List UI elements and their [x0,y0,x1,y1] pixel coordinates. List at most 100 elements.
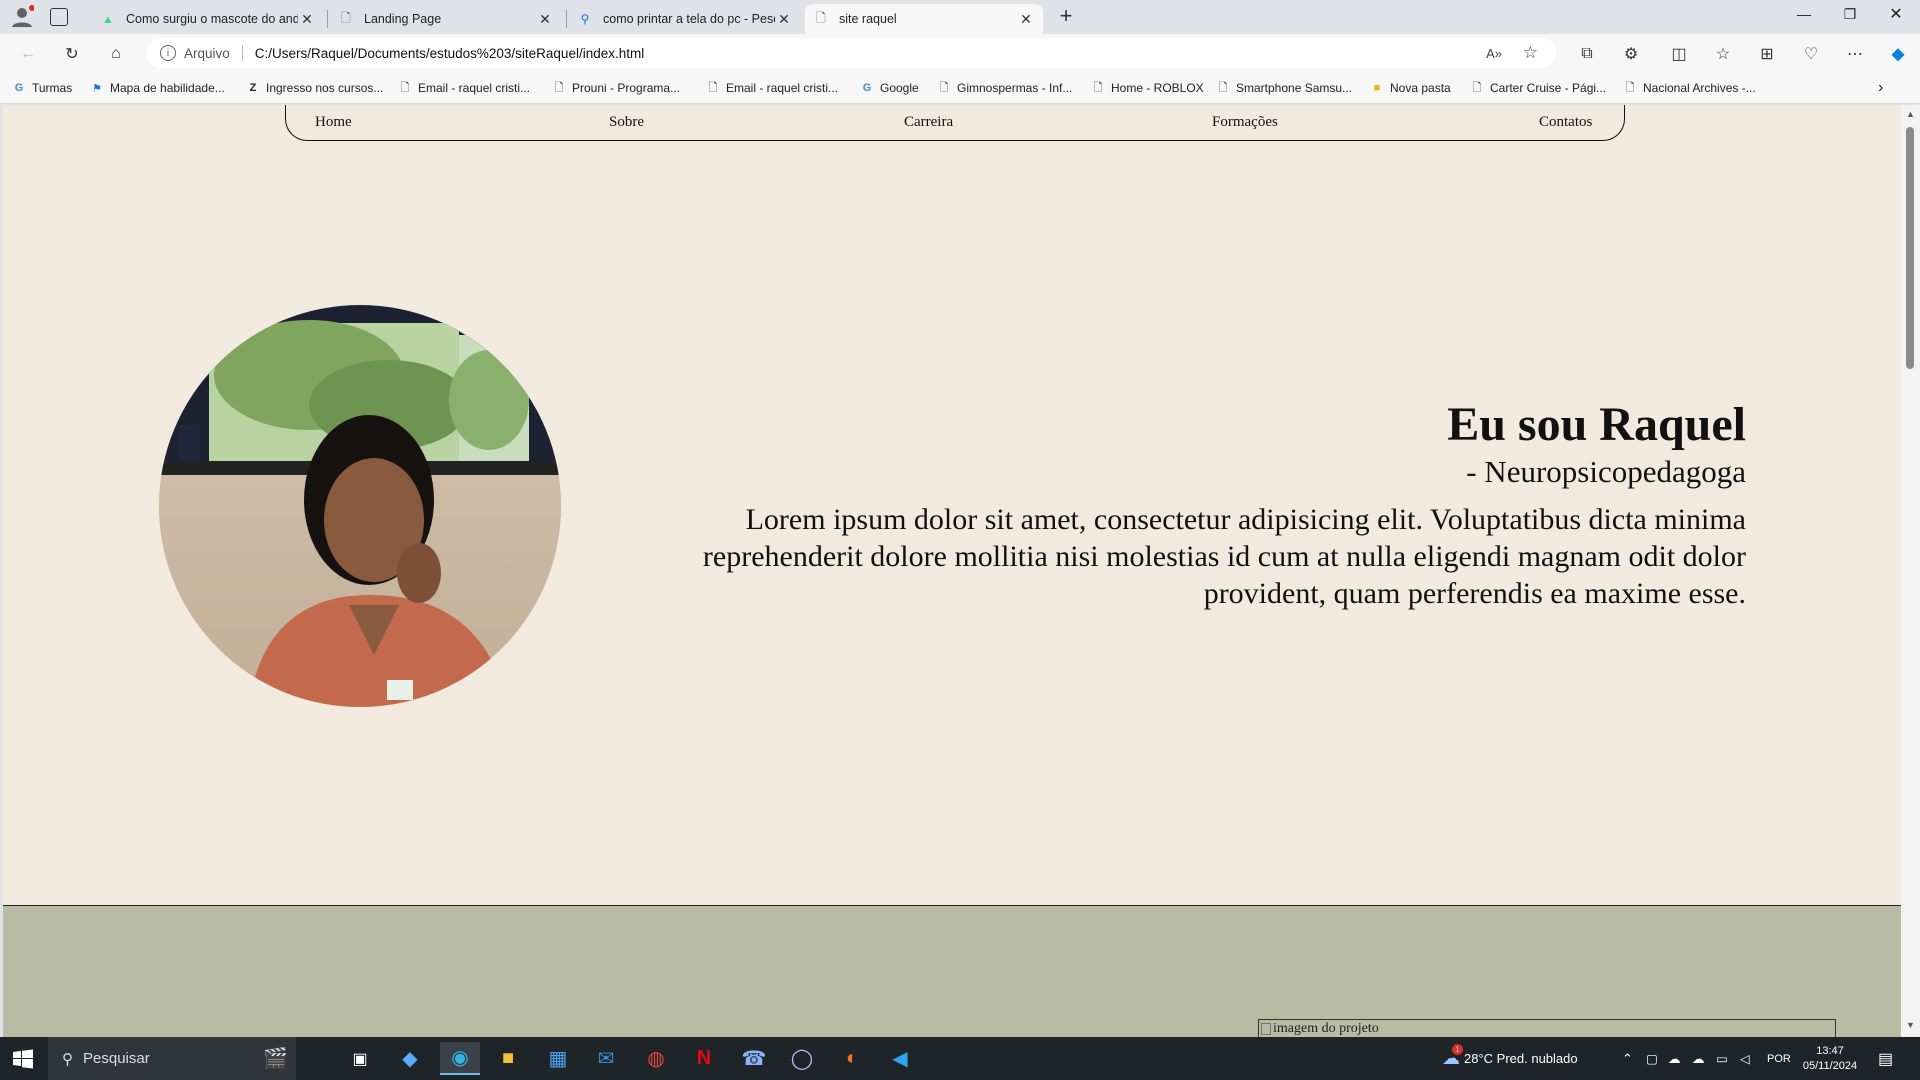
read-aloud-icon[interactable]: A» [1486,46,1502,61]
chrome-icon[interactable]: ◍ [636,1042,676,1075]
info-icon[interactable]: i [160,45,176,61]
language-indicator[interactable]: POR [1767,1037,1791,1080]
cloud-sync-icon[interactable]: ☁ [1692,1037,1705,1080]
tab-android-mascot[interactable]: ▲ Como surgiu o mascote do andro ✕ [92,4,324,34]
phone-link-icon[interactable]: ☎ [734,1042,774,1075]
clock[interactable]: 13:47 05/11/2024 [1798,1037,1862,1080]
tab-actions-icon[interactable] [50,8,68,26]
mail-icon[interactable]: ✉ [586,1042,626,1075]
bookmark-nova-pasta[interactable]: ■ Nova pasta [1370,78,1451,98]
split-screen-icon[interactable]: ◫ [1665,40,1693,68]
weather-badge: 1 [1452,1044,1463,1055]
collections-add-icon[interactable]: ⊞ [1753,40,1781,68]
weather-widget[interactable]: ☁ 1 28°C Pred. nublado [1442,1037,1578,1080]
page-icon: 🗋 [939,81,949,94]
bookmark-google[interactable]: G Google [860,78,919,98]
page-scrollbar[interactable]: ▲ ▼ [1901,105,1920,1037]
scheme-label: Arquivo [184,45,230,61]
nav-formacoes[interactable]: Formações [1212,114,1278,131]
bookmark-carter-cruise[interactable]: 🗋 Carter Cruise - Pági... [1470,78,1606,98]
page-icon: 🗋 [341,10,351,25]
folder-icon: ■ [1373,82,1381,94]
collections-icon[interactable]: ⧉ [1573,40,1601,68]
page-icon: 🗋 [400,81,410,94]
tab-landing-page[interactable]: 🗋 Landing Page ✕ [330,4,562,34]
close-icon[interactable]: ✕ [1017,10,1035,28]
tab-site-raquel[interactable]: 🗋 site raquel ✕ [805,4,1043,34]
search-highlight-icon: 🎬 [263,1048,288,1070]
tab-title: como printar a tela do pc - Pesqu [603,12,775,26]
network-icon[interactable]: ▭ [1716,1037,1728,1080]
tab-separator [566,10,567,28]
top-nav: Home Sobre Carreira Formações Contatos [285,105,1625,141]
bookmark-email-1[interactable]: 🗋 Email - raquel cristi... [398,78,530,98]
bookmark-mapa[interactable]: ⚑ Mapa de habilidade... [90,78,225,98]
tab-strip: ▲ Como surgiu o mascote do andro ✕ 🗋 Lan… [0,0,1920,34]
chevron-right-icon[interactable]: › [1878,78,1883,98]
tray-chevron-icon[interactable]: ⌃ [1622,1037,1633,1080]
close-window-button[interactable]: ✕ [1884,4,1908,24]
favorite-star-icon[interactable]: ☆ [1523,43,1538,63]
bookmark-turmas[interactable]: G Turmas [12,78,73,98]
map-icon: ⚑ [92,82,102,95]
refresh-button[interactable]: ↻ [58,40,86,68]
windows-start-icon[interactable] [12,1048,34,1070]
bookmark-ingresso[interactable]: Z Ingresso nos cursos... [246,78,384,98]
new-tab-button[interactable]: + [1054,5,1078,29]
copilot-icon[interactable]: ◆ [1884,40,1912,68]
page-icon: 🗋 [1472,81,1482,94]
hero-description: Lorem ipsum dolor sit amet, consectetur … [702,503,1746,610]
bookmark-smartphone[interactable]: 🗋 Smartphone Samsu... [1216,78,1353,98]
hero-subtitle: - Neuropsicopedagoga [1466,454,1746,489]
bookmark-nacional-archives[interactable]: 🗋 Nacional Archives -... [1623,78,1756,98]
task-view-icon[interactable]: ▣ [340,1042,380,1075]
nav-sobre[interactable]: Sobre [609,114,644,131]
more-menu-icon[interactable]: ⋯ [1841,40,1869,68]
file-explorer-icon[interactable]: ■ [488,1042,528,1075]
netflix-icon[interactable]: N [684,1042,724,1075]
bookmark-email-2[interactable]: 🗋 Email - raquel cristi... [706,78,838,98]
page-viewport: Home Sobre Carreira Formações Contatos E… [3,105,1901,1037]
minimize-button[interactable]: — [1792,6,1816,26]
profile-icon[interactable] [10,5,35,29]
close-icon[interactable]: ✕ [298,10,316,28]
address-bar[interactable]: i Arquivo C:/Users/Raquel/Documents/estu… [146,38,1556,68]
home-button[interactable]: ⌂ [102,40,130,68]
crunchyroll-icon[interactable]: ◐ [832,1042,872,1075]
favorites-icon[interactable]: ☆ [1709,40,1737,68]
scroll-thumb[interactable] [1906,127,1914,369]
url-text[interactable]: C:/Users/Raquel/Documents/estudos%203/si… [255,46,644,61]
microsoft-store-icon[interactable]: ▦ [538,1042,578,1075]
scroll-up-arrow[interactable]: ▲ [1906,109,1915,119]
taskbar-search-box[interactable]: ⚲ Pesquisar 🎬 [48,1037,296,1080]
meet-now-icon[interactable]: ▢ [1646,1037,1658,1080]
back-button[interactable]: ← [14,40,42,68]
tab-search[interactable]: ⚲ como printar a tela do pc - Pesqu ✕ [569,4,801,34]
notifications-icon[interactable]: ▤ [1878,1037,1893,1080]
nav-home[interactable]: Home [315,114,352,131]
vscode-icon[interactable]: ◀ [880,1042,920,1075]
nav-carreira[interactable]: Carreira [904,114,953,131]
search-icon: ⚲ [62,1050,73,1068]
browser-essentials-icon[interactable]: ♡ [1797,40,1825,68]
nav-contatos[interactable]: Contatos [1539,114,1592,131]
page-icon: 🗋 [1093,81,1103,94]
weather-text: 28°C Pred. nublado [1464,1051,1578,1066]
extensions-icon[interactable]: ⚙ [1617,40,1645,68]
project-image-alt: imagem do projeto [1273,1021,1379,1036]
github-icon[interactable]: ◯ [782,1042,822,1075]
copilot-taskbar-icon[interactable]: ◆ [390,1042,430,1075]
close-icon[interactable]: ✕ [775,10,793,28]
edge-taskbar-icon[interactable]: ◉ [440,1042,480,1075]
bookmark-prouni[interactable]: 🗋 Prouni - Programa... [552,78,680,98]
z-icon: Z [249,82,257,94]
onedrive-icon[interactable]: ☁ [1668,1037,1681,1080]
close-icon[interactable]: ✕ [536,10,554,28]
scroll-down-arrow[interactable]: ▼ [1906,1020,1915,1030]
bookmark-gimnospermas[interactable]: 🗋 Gimnospermas - Inf... [937,78,1073,98]
android-icon: ▲ [102,12,114,26]
bookmark-roblox[interactable]: 🗋 Home - ROBLOX [1091,78,1204,98]
restore-button[interactable]: ❐ [1838,6,1862,26]
cloud-icon: ☁ 1 [1442,1044,1463,1069]
volume-icon[interactable]: ◁ [1740,1037,1750,1080]
